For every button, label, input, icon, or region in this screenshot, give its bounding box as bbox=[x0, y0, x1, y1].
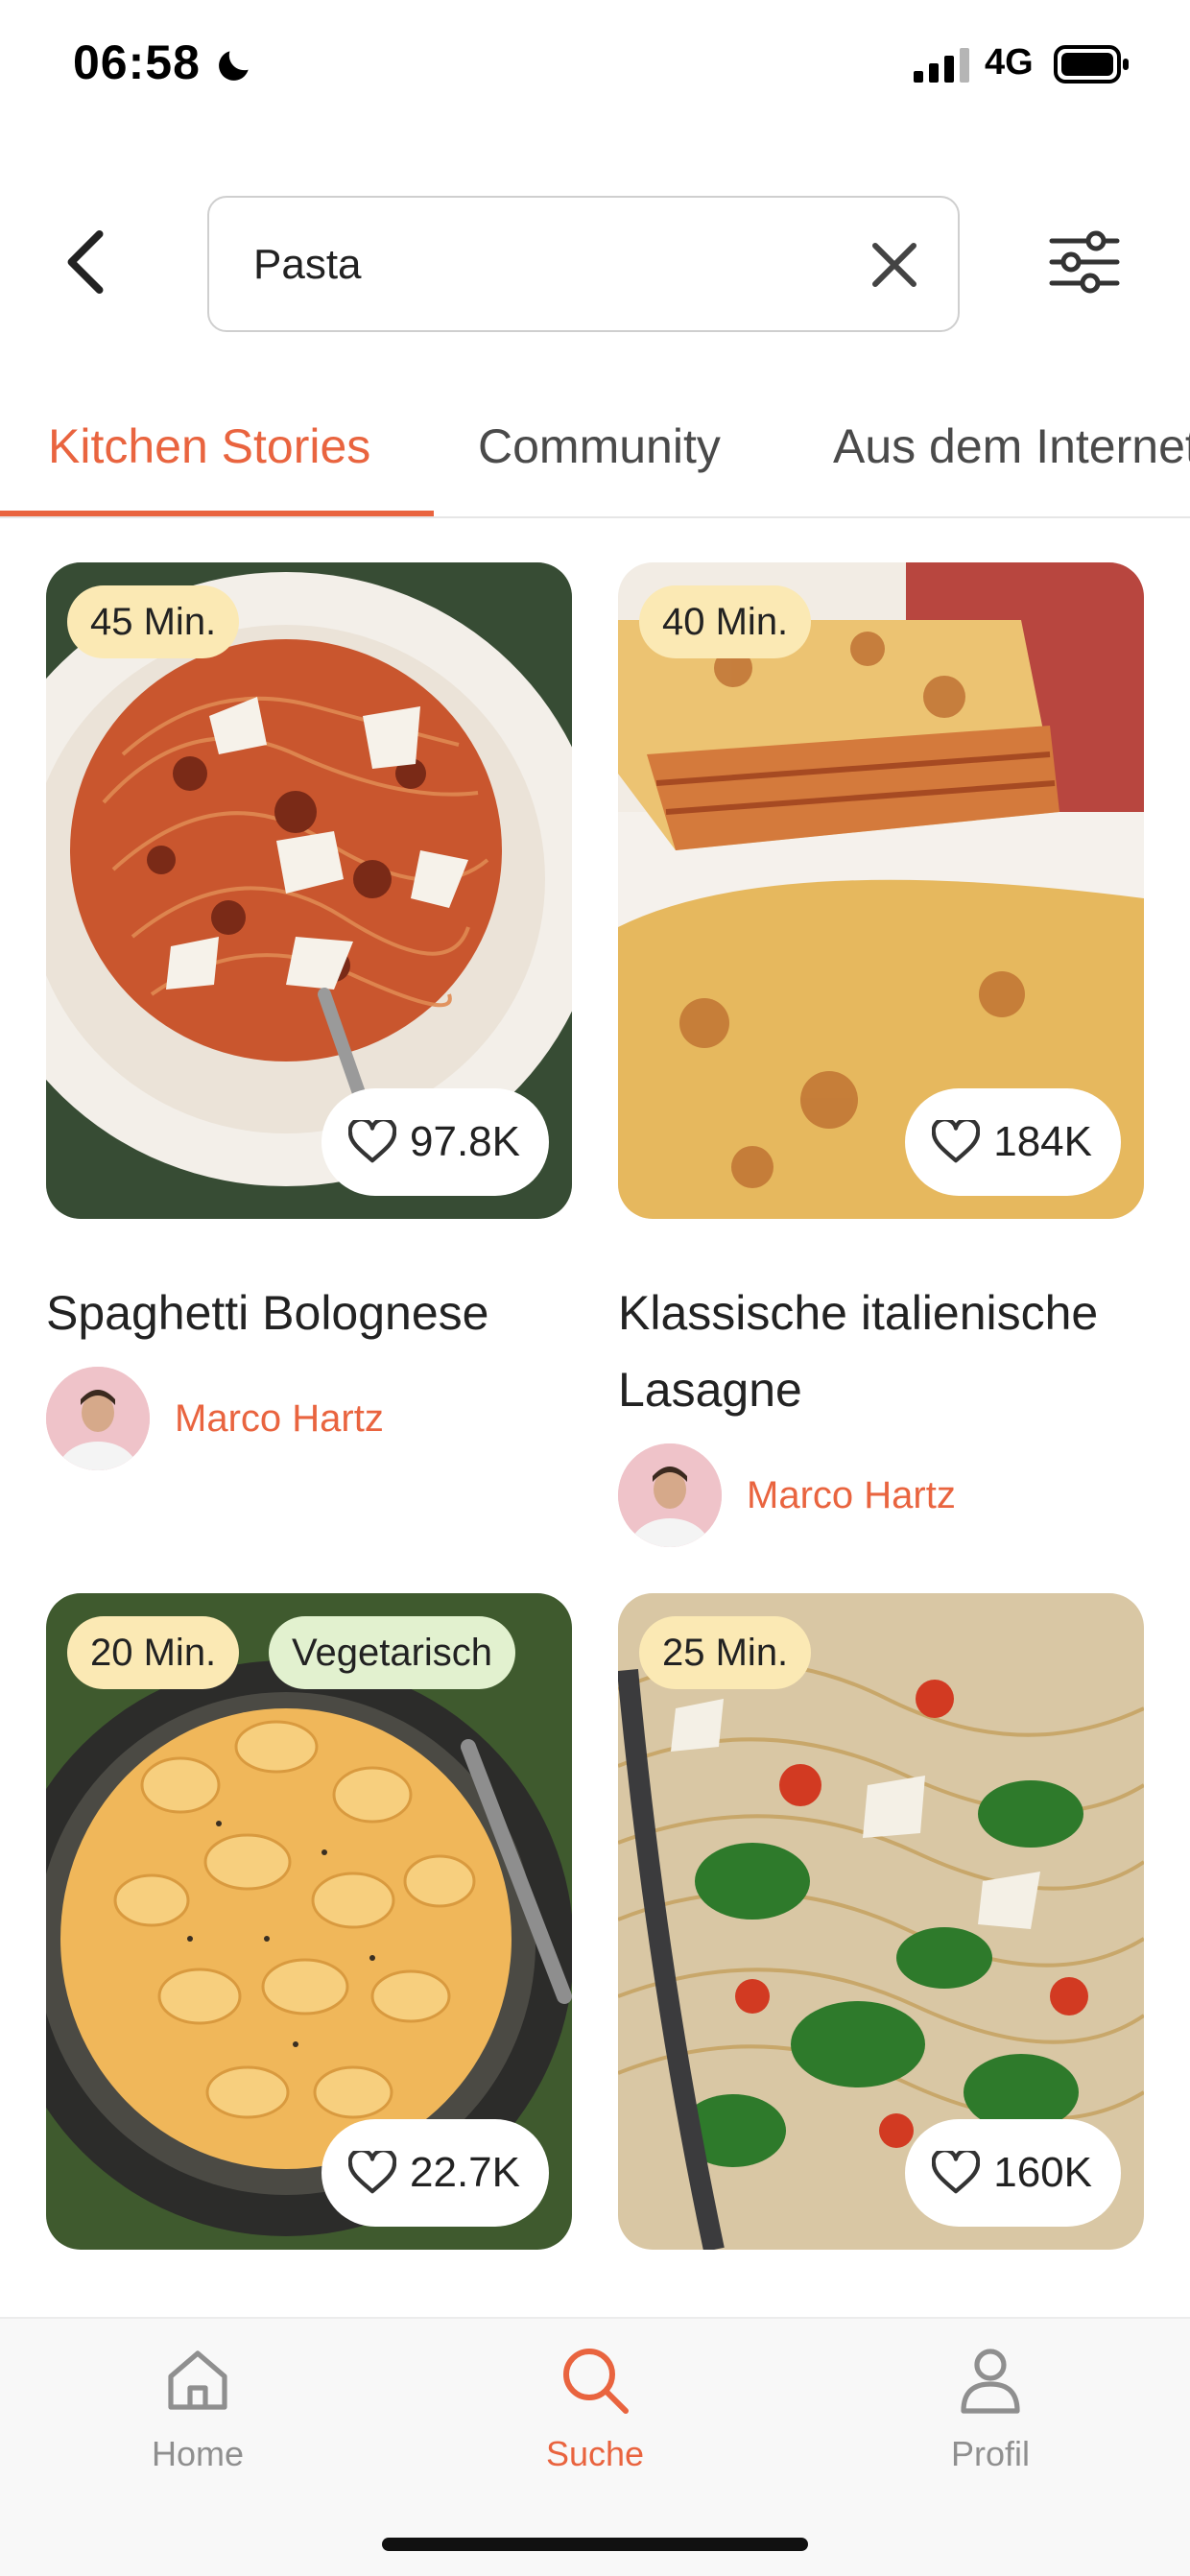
heart-icon bbox=[932, 2151, 981, 2194]
nav-search-label: Suche bbox=[545, 2434, 645, 2473]
heart-icon bbox=[348, 2151, 397, 2194]
tab-aus-dem-internet[interactable]: Aus dem Internet bbox=[833, 418, 1190, 474]
recipe-title: Klassische italienische Lasagne bbox=[618, 1286, 1099, 1417]
author-link[interactable]: Marco Hartz bbox=[46, 1367, 384, 1470]
avatar bbox=[46, 1367, 150, 1470]
author-link[interactable]: Marco Hartz bbox=[618, 1443, 956, 1547]
like-count: 22.7K bbox=[410, 2149, 520, 2196]
cook-time-badge: 25 Min. bbox=[639, 1616, 812, 1689]
tab-kitchen-stories[interactable]: Kitchen Stories bbox=[48, 418, 370, 474]
home-icon bbox=[168, 2350, 227, 2410]
home-indicator bbox=[382, 2538, 808, 2551]
like-button[interactable]: 97.8K bbox=[321, 1088, 549, 1196]
sliders-icon[interactable] bbox=[1048, 228, 1121, 296]
cook-time-badge: 45 Min. bbox=[67, 585, 240, 658]
moon-icon bbox=[219, 51, 249, 81]
like-button[interactable]: 184K bbox=[905, 1088, 1121, 1196]
status-time: 06:58 bbox=[73, 36, 201, 89]
search-results-screen: 06:58 4G Pasta Kitchen Stories Community… bbox=[0, 0, 1190, 2576]
status-bar: 06:58 4G bbox=[0, 0, 1190, 134]
like-count: 184K bbox=[993, 1118, 1092, 1165]
close-icon[interactable] bbox=[868, 238, 921, 292]
nav-profile-label: Profil bbox=[950, 2434, 1031, 2473]
nav-search[interactable]: Suche bbox=[489, 2342, 701, 2505]
search-field bbox=[207, 196, 960, 332]
author-name: Marco Hartz bbox=[747, 1473, 956, 1516]
heart-icon bbox=[348, 1120, 397, 1163]
vegetarian-badge: Vegetarisch bbox=[269, 1616, 516, 1689]
tab-community[interactable]: Community bbox=[478, 418, 721, 474]
like-button[interactable]: 22.7K bbox=[321, 2119, 549, 2227]
signal-icon bbox=[914, 48, 969, 83]
like-count: 97.8K bbox=[410, 1118, 520, 1165]
nav-home-label: Home bbox=[151, 2434, 245, 2473]
source-tabs: Kitchen Stories Community Aus dem Intern… bbox=[0, 403, 1190, 518]
battery-icon bbox=[1054, 45, 1129, 83]
profile-icon bbox=[961, 2349, 1020, 2414]
nav-profile[interactable]: Profil bbox=[885, 2342, 1096, 2505]
network-type: 4G bbox=[985, 42, 1034, 83]
active-tab-indicator bbox=[0, 511, 434, 516]
cook-time-badge: 20 Min. bbox=[67, 1616, 240, 1689]
author-name: Marco Hartz bbox=[175, 1396, 384, 1440]
cook-time-badge: 40 Min. bbox=[639, 585, 812, 658]
nav-home[interactable]: Home bbox=[92, 2342, 303, 2505]
heart-icon bbox=[932, 1120, 981, 1163]
like-count: 160K bbox=[993, 2149, 1092, 2196]
recipe-title: Spaghetti Bolognese bbox=[46, 1286, 489, 1340]
chevron-left-icon[interactable] bbox=[58, 228, 115, 296]
like-button[interactable]: 160K bbox=[905, 2119, 1121, 2227]
avatar bbox=[618, 1443, 722, 1547]
search-icon bbox=[563, 2349, 629, 2414]
search-input[interactable] bbox=[253, 232, 829, 298]
